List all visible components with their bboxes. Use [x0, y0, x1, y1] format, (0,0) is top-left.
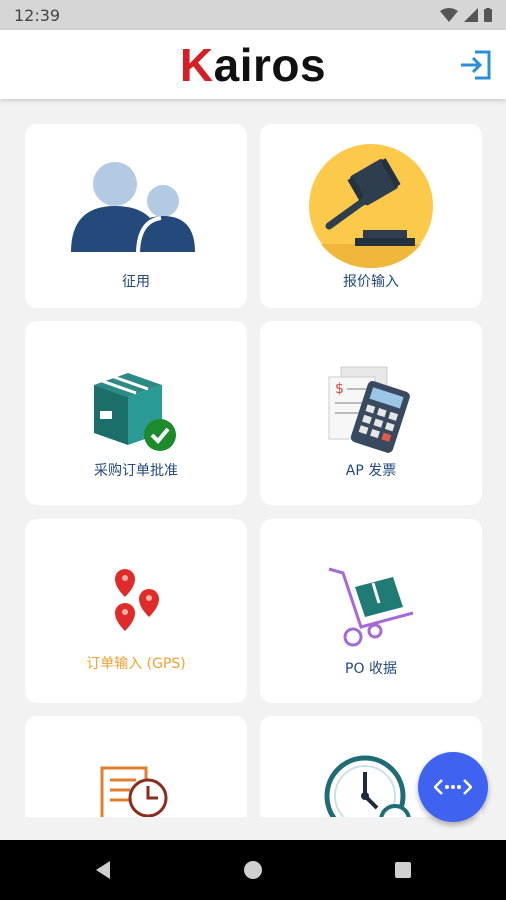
kairos-logo: Kairos — [179, 38, 327, 91]
tile-document-time[interactable] — [25, 716, 247, 817]
logout-icon — [461, 50, 491, 80]
document-clock-icon — [25, 766, 247, 817]
tile-label: 采购订单批准 — [94, 463, 178, 479]
module-grid: 征用 报价输入 采购订单批准 $ AP 发票 订单输入 (GPS) PO 收据 — [0, 99, 506, 817]
map-pins-icon — [25, 565, 247, 635]
recents-square-icon — [395, 862, 411, 878]
tile-order-entry-gps[interactable]: 订单输入 (GPS) — [25, 519, 247, 703]
system-nav-bar — [0, 840, 506, 900]
back-button[interactable] — [88, 855, 118, 885]
tile-label: PO 收据 — [345, 661, 397, 677]
battery-icon — [484, 8, 492, 22]
users-icon — [25, 156, 247, 256]
tile-quote-entry[interactable]: 报价输入 — [260, 124, 482, 308]
tile-po-approval[interactable]: 采购订单批准 — [25, 321, 247, 505]
app-bar: Kairos — [0, 30, 506, 99]
logout-button[interactable] — [458, 47, 494, 83]
tile-ap-invoice[interactable]: $ AP 发票 — [260, 321, 482, 505]
svg-text:$: $ — [335, 381, 344, 397]
tile-label: 报价输入 — [343, 274, 399, 290]
home-button[interactable] — [238, 855, 268, 885]
status-time: 12:39 — [14, 5, 61, 25]
code-arrows-icon — [434, 779, 472, 795]
hand-truck-icon — [260, 563, 482, 647]
gavel-icon — [260, 144, 482, 268]
status-icons — [440, 8, 492, 22]
status-bar: 12:39 — [0, 0, 506, 30]
signal-icon — [464, 8, 478, 22]
tile-requisition[interactable]: 征用 — [25, 124, 247, 308]
tile-po-receipt[interactable]: PO 收据 — [260, 519, 482, 703]
tile-label: AP 发票 — [345, 463, 397, 479]
tile-label: 征用 — [122, 274, 150, 290]
home-circle-icon — [244, 861, 262, 879]
api-fab-button[interactable] — [418, 752, 488, 822]
package-check-icon — [25, 363, 247, 453]
recents-button[interactable] — [388, 855, 418, 885]
back-triangle-icon — [96, 861, 110, 879]
tile-label: 订单输入 (GPS) — [86, 656, 186, 672]
invoice-calculator-icon: $ — [260, 363, 482, 453]
wifi-icon — [440, 8, 458, 22]
